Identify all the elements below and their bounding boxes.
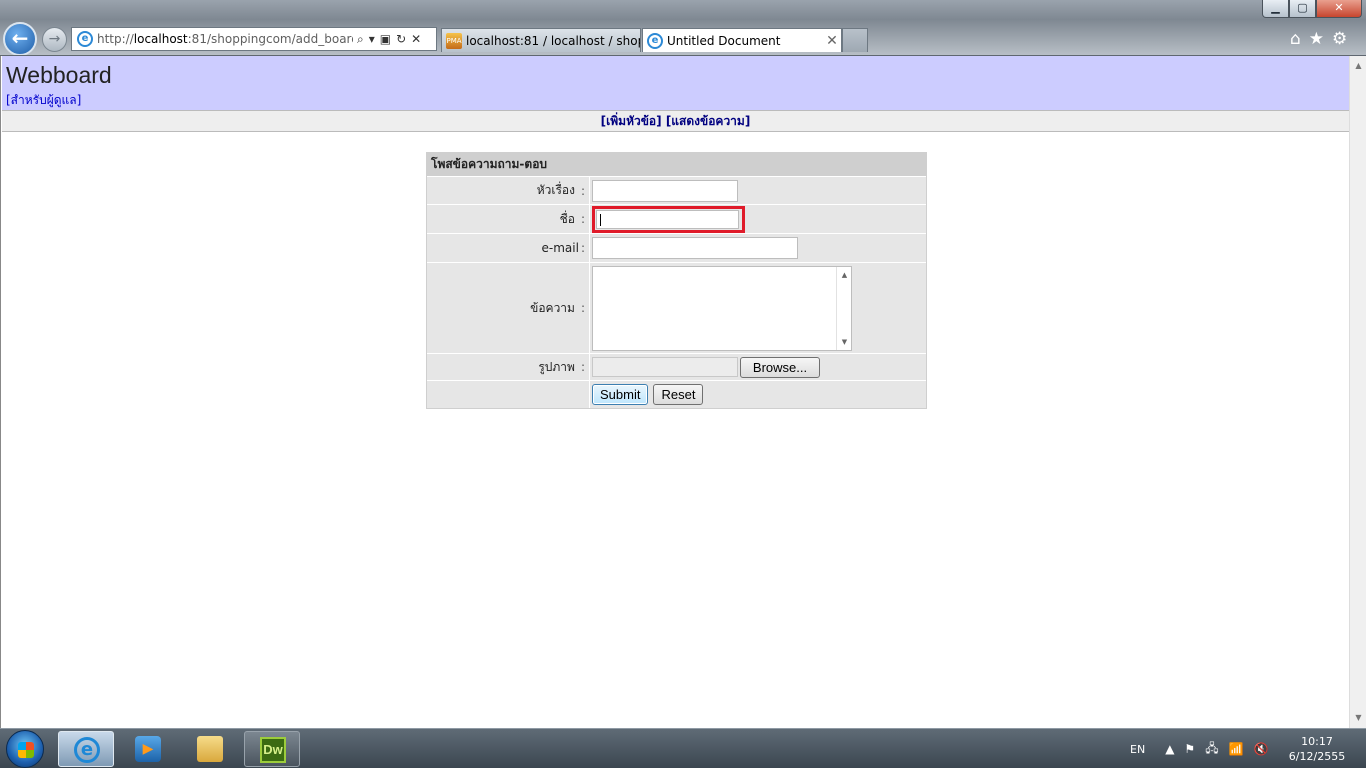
tab-title: Untitled Document [667,33,781,48]
webboard-menu: [เพิ่มหัวข้อ] [แสดงข้อความ] [2,110,1349,132]
message-textarea[interactable]: ▲ ▼ [592,265,852,351]
show-hidden-icons-icon[interactable]: ▲ [1165,742,1174,756]
colon: : [580,360,585,374]
browser-chrome: ▁ ▢ ✕ ← → e http://localhost:81/shopping… [0,0,1366,56]
colon: : [580,301,585,315]
ie-icon: e [74,737,100,763]
taskbar-media-player[interactable]: ▶ [120,731,176,767]
gear-icon[interactable]: ⚙ [1332,29,1347,49]
page-scrollbar[interactable]: ▲ ▼ [1349,56,1366,728]
message-label: ข้อความ [530,300,575,315]
name-row: ชื่อ: [427,204,926,233]
close-window-button[interactable]: ✕ [1316,0,1362,18]
start-button[interactable] [6,730,44,768]
clock[interactable]: 10:17 6/12/2555 [1288,734,1346,764]
webboard-header: Webboard [สำหรับผู้ดูแล] [2,56,1349,110]
add-topic-link[interactable]: [เพิ่มหัวข้อ] [601,114,662,128]
volume-muted-icon[interactable]: 🔇 [1254,742,1269,756]
email-row: e-mail: [427,233,926,262]
scroll-down-icon[interactable]: ▼ [837,338,852,346]
media-player-icon: ▶ [135,736,161,762]
reset-button[interactable]: Reset [653,384,704,405]
system-tray: EN ▲ ⚑ 🖧 📶 🔇 [1130,729,1278,769]
colon: : [580,212,585,226]
signal-icon[interactable]: 📶 [1229,742,1244,756]
compatibility-icon[interactable]: ▣ [380,32,391,47]
email-input[interactable] [592,237,798,259]
post-form: โพสข้อความถาม-ตอบ หัวเรื่อง: ชื่อ: e-mai… [426,152,927,409]
empty-label-cell [427,381,590,408]
name-label: ชื่อ [559,211,575,226]
network-icon[interactable]: 🖧 [1205,739,1218,760]
submit-button[interactable]: Submit [592,384,649,405]
subject-label: หัวเรื่อง [536,183,575,197]
scroll-up-icon[interactable]: ▲ [837,271,852,279]
name-input[interactable] [596,209,739,229]
email-label: e-mail [541,241,579,255]
form-title: โพสข้อความถาม-ตอบ [427,153,926,176]
close-tab-icon[interactable]: ✕ [823,33,841,49]
language-indicator[interactable]: EN [1130,743,1145,756]
stop-icon[interactable]: ✕ [411,32,421,47]
image-label: รูปภาพ [538,359,575,374]
image-row: รูปภาพ: Browse... [427,353,926,380]
scroll-up-icon[interactable]: ▲ [1350,58,1366,74]
tab-untitled-document[interactable]: e Untitled Document ✕ [642,28,842,52]
textarea-scrollbar[interactable]: ▲ ▼ [836,266,852,350]
refresh-icon[interactable]: ↻ [396,32,406,47]
name-input-highlight [592,205,745,233]
colon: : [580,241,585,255]
favorites-icon[interactable]: ★ [1309,29,1324,49]
maximize-button[interactable]: ▢ [1289,0,1316,18]
message-row: ข้อความ: ▲ ▼ [427,262,926,353]
ie-icon: e [647,32,663,49]
taskbar-windows-explorer[interactable] [182,731,238,767]
folder-icon [197,736,223,762]
address-url[interactable]: http://localhost:81/shoppingcom/add_boar… [97,32,353,46]
dreamweaver-icon: Dw [260,737,286,763]
file-path-field[interactable] [592,357,738,377]
taskbar-dreamweaver[interactable]: Dw [244,731,300,767]
home-icon[interactable]: ⌂ [1290,29,1301,49]
dropdown-icon[interactable]: ▾ [369,32,375,47]
browse-button[interactable]: Browse... [740,356,820,378]
search-icon[interactable]: ⌕ [357,32,364,47]
subject-row: หัวเรื่อง: [427,176,926,204]
clock-time: 10:17 [1301,735,1333,748]
forward-button[interactable]: → [42,27,67,52]
admin-link[interactable]: [สำหรับผู้ดูแล] [6,91,81,110]
address-bar[interactable]: e http://localhost:81/shoppingcom/add_bo… [71,27,437,51]
colon: : [580,183,585,198]
phpmyadmin-icon: PMA [446,32,462,49]
windows-logo-icon [18,742,34,758]
clock-date: 6/12/2555 [1288,750,1346,763]
show-messages-link[interactable]: [แสดงข้อความ] [666,114,751,128]
back-button[interactable]: ← [3,22,37,56]
taskbar: e ▶ Dw EN ▲ ⚑ 🖧 📶 🔇 10:17 6/12/2555 [0,728,1366,768]
tab-phpmyadmin[interactable]: PMA localhost:81 / localhost / shop... [441,28,641,52]
buttons-row: Submit Reset [427,380,926,408]
action-center-icon[interactable]: ⚑ [1184,742,1195,756]
ie-page-icon: e [77,31,93,47]
subject-input[interactable] [592,179,738,202]
new-tab-button[interactable] [842,28,868,52]
taskbar-internet-explorer[interactable]: e [58,731,114,767]
tab-title: localhost:81 / localhost / shop... [466,33,640,48]
minimize-button[interactable]: ▁ [1262,0,1289,18]
page-content: Webboard [สำหรับผู้ดูแล] [เพิ่มหัวข้อ] [… [0,56,1366,728]
scroll-down-icon[interactable]: ▼ [1350,710,1366,726]
page-title: Webboard [6,62,112,88]
